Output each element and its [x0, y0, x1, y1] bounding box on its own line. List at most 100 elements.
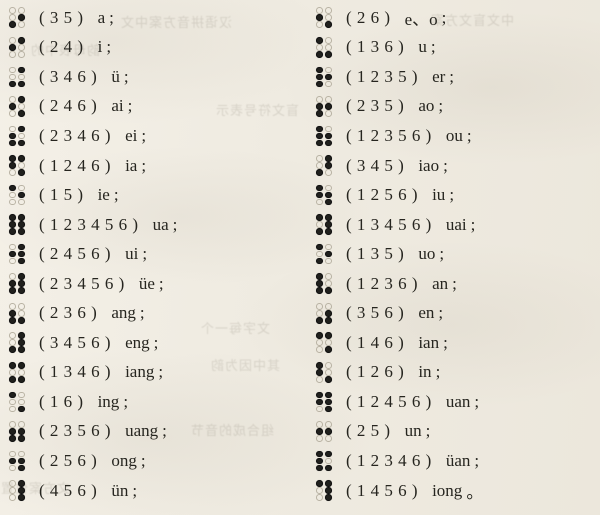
- braille-final-entry: ( 1 3 4 5 6 ) uai;: [300, 210, 600, 240]
- braille-dot-6-raised: [325, 346, 332, 354]
- braille-dot-3-flat: [9, 198, 16, 206]
- braille-dot-6-raised: [18, 346, 25, 354]
- entry-punctuation: ;: [435, 362, 441, 382]
- braille-dot-4-flat: [325, 37, 332, 44]
- braille-final-entry: ( 2 3 5 6 ) uang;: [0, 417, 300, 447]
- braille-dot-6-raised: [18, 405, 25, 413]
- braille-dot-3-raised: [9, 435, 16, 442]
- dot-number-list: ( 1 3 4 5 6 ): [346, 214, 432, 234]
- dot-number-list: ( 2 5 6 ): [39, 450, 98, 470]
- braille-cell: [315, 184, 333, 206]
- braille-dot-5-flat: [325, 369, 332, 376]
- braille-dot-2-raised: [9, 221, 16, 228]
- braille-dot-6-raised: [18, 228, 25, 235]
- braille-dot-4-raised: [18, 243, 25, 251]
- braille-final-entry: ( 2 4 5 6 ) ui;: [0, 239, 300, 269]
- braille-cell: [315, 125, 333, 147]
- braille-dot-5-flat: [325, 14, 332, 22]
- braille-dot-1-raised: [316, 66, 323, 74]
- braille-dot-4-raised: [18, 96, 25, 103]
- dot-number-list: ( 1 2 3 5 6 ): [346, 125, 432, 145]
- braille-cell: [8, 184, 26, 206]
- entry-punctuation: ;: [141, 155, 147, 175]
- pinyin-final-label: ün: [111, 480, 129, 500]
- dot-number-list: ( 2 3 4 6 ): [39, 125, 112, 145]
- braille-cell: [315, 362, 333, 383]
- braille-dot-1-raised: [316, 214, 323, 221]
- pinyin-final-label: iang: [125, 362, 155, 382]
- dot-number-list: ( 1 3 5 ): [346, 244, 405, 264]
- braille-dot-5-raised: [18, 487, 25, 494]
- dot-number-list: ( 2 4 6 ): [39, 96, 98, 116]
- braille-dot-4-flat: [18, 450, 25, 458]
- braille-dot-6-raised: [18, 169, 25, 176]
- braille-cell: [315, 37, 333, 58]
- dot-number-list: ( 2 3 4 5 6 ): [39, 273, 125, 293]
- pinyin-final-label: iao: [418, 155, 440, 175]
- braille-dot-5-raised: [325, 250, 332, 258]
- pinyin-final-label: ao: [418, 96, 435, 116]
- braille-dot-4-raised: [325, 155, 332, 162]
- braille-cell: [315, 391, 333, 413]
- dot-number-list: ( 2 3 5 ): [346, 96, 405, 116]
- braille-dot-6-raised: [18, 464, 25, 472]
- braille-final-entry: ( 3 4 6 ) ü;: [0, 62, 300, 92]
- pinyin-final-label: ua: [152, 214, 169, 234]
- braille-dot-2-raised: [316, 428, 323, 435]
- braille-dot-2-flat: [316, 487, 323, 494]
- braille-dot-6-flat: [325, 257, 332, 265]
- braille-cell: [8, 37, 26, 58]
- braille-dot-1-flat: [9, 125, 16, 133]
- braille-dot-5-flat: [18, 162, 25, 169]
- braille-dot-6-raised: [18, 376, 25, 383]
- entry-punctuation: ;: [142, 244, 148, 264]
- braille-dot-6-flat: [325, 169, 332, 176]
- entry-punctuation: ;: [443, 332, 448, 352]
- braille-dot-6-flat: [18, 51, 25, 58]
- braille-dot-3-flat: [9, 110, 16, 117]
- pinyin-final-label: an: [432, 273, 449, 293]
- braille-dot-6-raised: [18, 316, 25, 324]
- braille-final-entry: ( 3 4 5 ) iao;: [300, 151, 600, 181]
- braille-dot-2-raised: [316, 132, 323, 140]
- braille-final-entry: ( 2 5 ) un;: [300, 417, 600, 447]
- braille-dot-2-raised: [316, 103, 323, 110]
- pinyin-final-label: ian: [418, 332, 440, 352]
- braille-dot-2-flat: [316, 162, 323, 169]
- dot-number-list: ( 1 3 4 6 ): [39, 362, 112, 382]
- braille-dot-6-raised: [18, 435, 25, 442]
- braille-dot-4-flat: [325, 125, 332, 133]
- braille-dot-4-flat: [325, 7, 332, 15]
- braille-dot-5-raised: [325, 162, 332, 169]
- braille-final-entry: ( 2 4 6 ) ai;: [0, 92, 300, 122]
- braille-cell: [8, 214, 26, 235]
- pinyin-final-label: üe: [138, 273, 155, 293]
- pinyin-final-label: en: [418, 303, 435, 323]
- braille-dot-1-raised: [9, 184, 16, 192]
- braille-final-entry: ( 1 3 4 6 ) iang;: [0, 358, 300, 388]
- braille-final-entry: ( 1 2 4 6 ) ia;: [0, 151, 300, 181]
- braille-dot-6-raised: [325, 316, 332, 324]
- pinyin-final-label: eng: [125, 332, 150, 352]
- braille-dot-1-flat: [9, 450, 16, 458]
- braille-dot-4-raised: [18, 125, 25, 133]
- braille-cell: [315, 66, 333, 88]
- entry-punctuation: 。: [466, 483, 484, 503]
- braille-dot-6-raised: [325, 51, 332, 58]
- braille-dot-5-raised: [18, 221, 25, 228]
- braille-cell: [315, 302, 333, 324]
- braille-dot-5-flat: [325, 44, 332, 51]
- braille-dot-1-flat: [9, 243, 16, 251]
- dot-number-list: ( 3 4 6 ): [39, 66, 98, 86]
- dot-number-list: ( 2 3 6 ): [39, 303, 98, 323]
- braille-dot-6-flat: [325, 110, 332, 117]
- dot-number-list: ( 1 2 6 ): [346, 362, 405, 382]
- braille-dot-5-raised: [325, 487, 332, 494]
- pinyin-final-label: a: [97, 7, 106, 27]
- braille-dot-3-raised: [9, 316, 16, 324]
- braille-cell: [8, 421, 26, 442]
- entry-punctuation: ;: [470, 214, 476, 234]
- dot-number-list: ( 4 5 6 ): [39, 480, 98, 500]
- entry-punctuation: ;: [441, 7, 447, 27]
- pinyin-final-label: ai: [111, 96, 124, 116]
